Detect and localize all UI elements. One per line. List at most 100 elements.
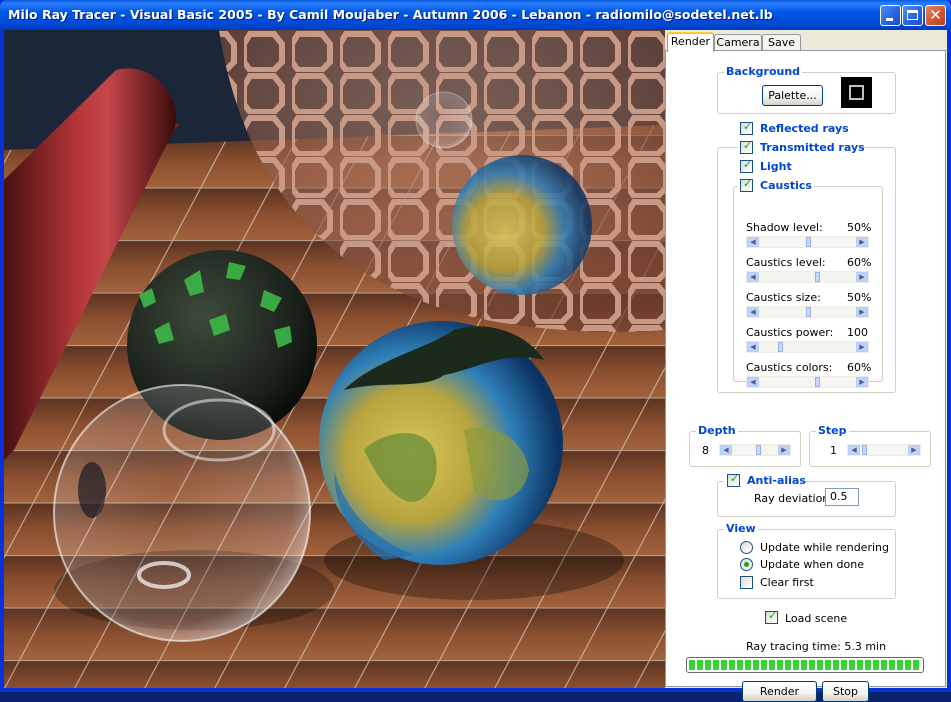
transmitted-rays-label: Transmitted rays: [760, 141, 865, 154]
app-window: Milo Ray Tracer - Visual Basic 2005 - By…: [0, 0, 951, 702]
tab-render[interactable]: Render: [667, 32, 714, 52]
background-group: Background Palette...: [717, 65, 896, 114]
slider-scrollbar[interactable]: ◀ ▶: [746, 341, 869, 353]
update-when-done-label: Update when done: [760, 558, 864, 571]
clear-first-checkbox[interactable]: [740, 576, 753, 589]
load-scene-checkbox[interactable]: ✓: [765, 609, 778, 624]
render-tab-page: Background Palette... ✓ Reflected rays ✓…: [665, 50, 946, 702]
tab-render-label: Render: [670, 35, 711, 48]
step-scrollbar[interactable]: ◀ ▶: [847, 444, 921, 456]
scroll-left-icon[interactable]: ◀: [848, 445, 860, 455]
reflected-rays-label: Reflected rays: [760, 122, 849, 135]
slider-scrollbar[interactable]: ◀ ▶: [746, 306, 869, 318]
progress-fill: [689, 660, 921, 670]
depth-group: Depth 8 ◀ ▶: [689, 424, 801, 467]
checkmark-icon: ✓: [743, 120, 753, 133]
slider-scrollbar[interactable]: ◀ ▶: [746, 376, 869, 388]
update-when-done-radio[interactable]: [740, 558, 753, 571]
anti-alias-label: Anti-alias: [747, 474, 806, 487]
update-while-rendering-label: Update while rendering: [760, 541, 889, 554]
slider-label: Caustics colors:: [746, 361, 833, 374]
depth-value: 8: [702, 444, 709, 457]
slider-value: 60%: [847, 256, 872, 269]
scroll-left-icon[interactable]: ◀: [747, 377, 759, 387]
tab-camera-label: Camera: [716, 36, 760, 49]
caustics-label: Caustics: [760, 179, 812, 192]
slider-scrollbar[interactable]: ◀ ▶: [746, 236, 869, 248]
view-label: View: [724, 522, 758, 535]
maximize-button[interactable]: [902, 5, 923, 26]
slider-thumb[interactable]: [778, 342, 783, 352]
title-bar[interactable]: Milo Ray Tracer - Visual Basic 2005 - By…: [0, 0, 951, 30]
close-button[interactable]: ✕: [925, 5, 946, 26]
depth-scroll-thumb[interactable]: [756, 445, 761, 455]
scroll-left-icon[interactable]: ◀: [747, 272, 759, 282]
light-checkbox[interactable]: ✓: [740, 158, 753, 173]
slider-label: Caustics size:: [746, 291, 821, 304]
reflected-rays-checkbox[interactable]: ✓: [740, 120, 753, 135]
checkmark-icon: ✓: [743, 177, 753, 190]
step-label: Step: [816, 424, 849, 437]
step-value: 1: [830, 444, 837, 457]
minimize-icon: [886, 18, 893, 21]
scroll-right-icon[interactable]: ▶: [856, 237, 868, 247]
slider-label: Caustics level:: [746, 256, 826, 269]
slider-thumb[interactable]: [815, 377, 820, 387]
depth-label: Depth: [696, 424, 738, 437]
slider-label: Caustics power:: [746, 326, 834, 339]
scroll-right-icon[interactable]: ▶: [778, 445, 790, 455]
tab-save[interactable]: Save: [762, 34, 801, 51]
tab-save-label: Save: [767, 36, 795, 49]
checkmark-icon: ✓: [768, 609, 778, 622]
scroll-right-icon[interactable]: ▶: [856, 377, 868, 387]
light-label: Light: [760, 160, 792, 173]
radio-selected-dot: [744, 562, 749, 567]
clear-first-label: Clear first: [760, 576, 814, 589]
scroll-right-icon[interactable]: ▶: [856, 342, 868, 352]
palette-button[interactable]: Palette...: [762, 85, 823, 106]
ray-deviation-label: Ray deviation:: [754, 492, 833, 505]
maximize-icon: [907, 10, 918, 20]
slider-value: 100: [847, 326, 868, 339]
checkmark-icon: ✓: [743, 139, 753, 152]
ray-deviation-input[interactable]: 0.5: [825, 488, 859, 506]
anti-alias-checkbox[interactable]: ✓: [727, 472, 740, 487]
client-area: Render Camera Save Background Palette...…: [4, 30, 947, 702]
slider-thumb[interactable]: [815, 272, 820, 282]
checkmark-icon: ✓: [730, 472, 740, 485]
update-while-rendering-radio[interactable]: [740, 541, 753, 554]
caustics-checkbox[interactable]: ✓: [740, 177, 753, 192]
background-color-swatch[interactable]: [841, 77, 872, 108]
scroll-left-icon[interactable]: ◀: [720, 445, 732, 455]
background-label: Background: [724, 65, 803, 78]
load-scene-label: Load scene: [785, 612, 848, 625]
scroll-left-icon[interactable]: ◀: [747, 307, 759, 317]
rendered-scene-image: [4, 30, 665, 688]
slider-label: Shadow level:: [746, 221, 823, 234]
render-progress-bar: [686, 657, 924, 673]
options-panel: Render Camera Save Background Palette...…: [665, 30, 947, 702]
scroll-left-icon[interactable]: ◀: [747, 342, 759, 352]
step-scroll-thumb[interactable]: [862, 445, 867, 455]
minimize-button[interactable]: [880, 5, 901, 26]
ray-tracing-time: Ray tracing time: 5.3 min: [746, 640, 887, 653]
scroll-right-icon[interactable]: ▶: [908, 445, 920, 455]
scroll-left-icon[interactable]: ◀: [747, 237, 759, 247]
checkmark-icon: ✓: [743, 158, 753, 171]
transmitted-rays-checkbox[interactable]: ✓: [740, 139, 753, 154]
step-group: Step 1 ◀ ▶: [809, 424, 931, 467]
slider-value: 50%: [847, 221, 872, 234]
scroll-right-icon[interactable]: ▶: [856, 307, 868, 317]
render-viewport[interactable]: [4, 30, 665, 688]
scroll-right-icon[interactable]: ▶: [856, 272, 868, 282]
close-icon: ✕: [929, 6, 942, 24]
slider-scrollbar[interactable]: ◀ ▶: [746, 271, 869, 283]
slider-value: 60%: [847, 361, 872, 374]
window-title: Milo Ray Tracer - Visual Basic 2005 - By…: [8, 7, 773, 22]
slider-thumb[interactable]: [806, 237, 811, 247]
slider-thumb[interactable]: [806, 307, 811, 317]
swatch-selection-frame: [849, 85, 864, 100]
depth-scrollbar[interactable]: ◀ ▶: [719, 444, 791, 456]
slider-value: 50%: [847, 291, 872, 304]
tab-camera[interactable]: Camera: [714, 34, 762, 51]
